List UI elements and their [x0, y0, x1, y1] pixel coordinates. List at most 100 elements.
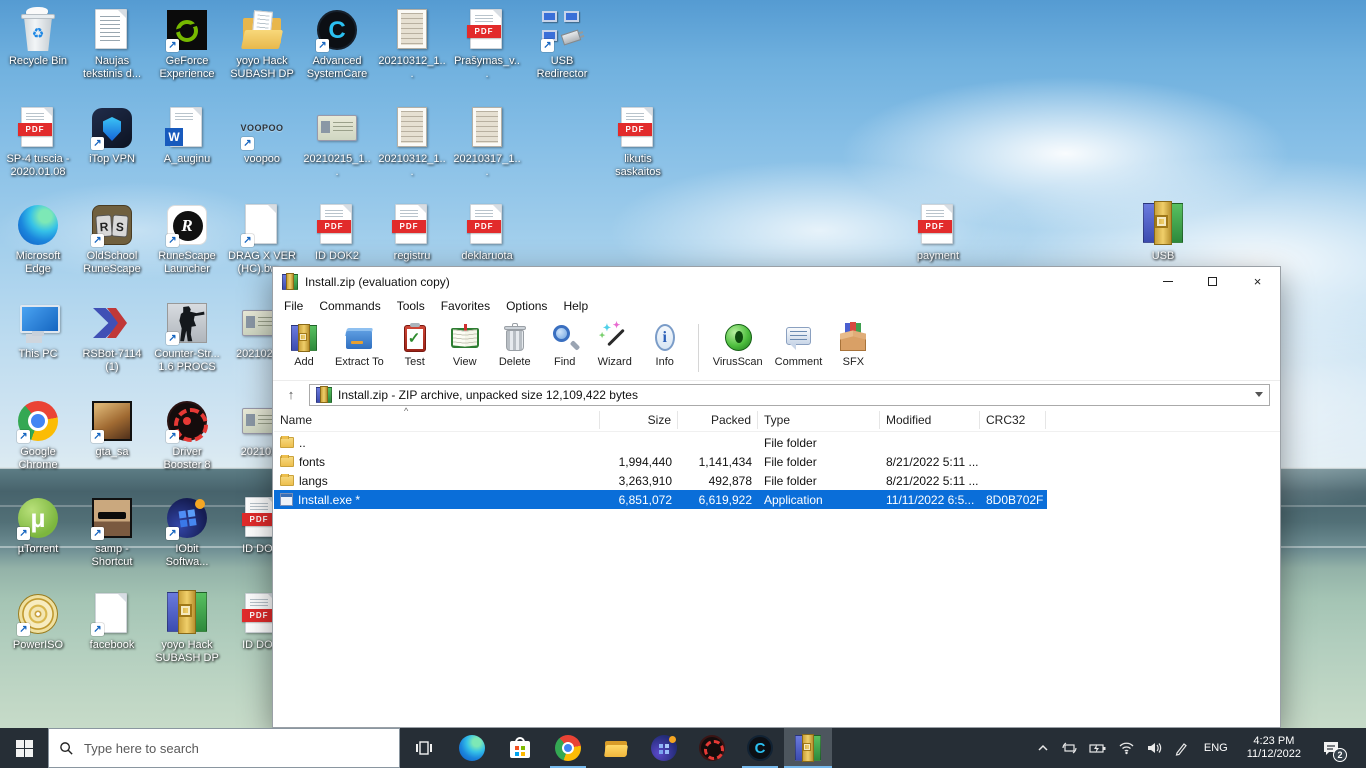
file-row-fonts[interactable]: fonts1,994,4401,141,434File folder8/21/2…: [274, 452, 1047, 471]
taskbar-app-iobit[interactable]: [640, 728, 688, 768]
find-button[interactable]: Find: [540, 320, 590, 378]
tray-pen[interactable]: [1172, 728, 1191, 768]
minimize-button[interactable]: [1145, 267, 1190, 296]
desktop-icon-label: 20210317_1...: [453, 153, 521, 179]
action-center-button[interactable]: 2: [1314, 728, 1349, 768]
menu-commands[interactable]: Commands: [311, 296, 388, 317]
tray-overflow-chevron[interactable]: [1034, 728, 1052, 768]
tray-battery[interactable]: [1087, 728, 1109, 768]
desktop-icon-rsbot-7114-1[interactable]: RSBot-7114 (1): [78, 301, 146, 374]
desktop-icon-facebook[interactable]: ↗facebook: [78, 592, 146, 652]
menu-help[interactable]: Help: [555, 296, 596, 317]
test-button[interactable]: ✓Test: [390, 320, 440, 378]
file-row-[interactable]: ..File folder: [274, 433, 1047, 452]
desktop-icon-a-auginu[interactable]: WA_auginu: [153, 106, 221, 166]
column-header-name[interactable]: Name: [274, 411, 600, 429]
desktop-icon-poweriso[interactable]: ↗PowerISO: [4, 592, 72, 652]
folder-with-documents-icon: [240, 8, 284, 52]
desktop-icon-label: RSBot-7114 (1): [78, 348, 146, 374]
column-header-crc32[interactable]: CRC32: [980, 411, 1046, 429]
taskbar-app-winrar[interactable]: [784, 728, 832, 768]
language-code: ENG: [1204, 742, 1228, 754]
desktop-icon-usb[interactable]: USB: [1129, 203, 1197, 263]
taskbar-clock[interactable]: 4:23 PM 11/12/2022: [1241, 728, 1307, 768]
desktop-icon-label: Prašymas_v...: [453, 55, 521, 81]
desktop-icon-registru[interactable]: PDFregistru: [378, 203, 446, 263]
desktop-icon-iobit-softwa[interactable]: ↗IObit Softwa...: [153, 496, 221, 569]
desktop-icon-geforce-experience[interactable]: ↗GeForce Experience: [153, 8, 221, 81]
desktop-icon-google-chrome[interactable]: ↗Google Chrome: [4, 399, 72, 472]
taskbar-search-box[interactable]: Type here to search: [48, 728, 400, 768]
close-button[interactable]: ×: [1235, 267, 1280, 296]
tray-volume[interactable]: [1144, 728, 1165, 768]
file-row-install-exe[interactable]: Install.exe *6,851,0726,619,922Applicati…: [274, 490, 1047, 509]
desktop-icon-this-pc[interactable]: This PC: [4, 301, 72, 361]
desktop-icon-id-dok2[interactable]: PDFID DOK2: [303, 203, 371, 263]
file-size: 6,851,072: [600, 493, 678, 507]
taskbar-app-driver-booster[interactable]: [688, 728, 736, 768]
desktop-icon-driver-booster-8[interactable]: ↗Driver Booster 8: [153, 399, 221, 472]
desktop-icon-pra-ymas-v[interactable]: PDFPrašymas_v...: [453, 8, 521, 81]
desktop-icon-likutis-saskaitos[interactable]: PDFlikutis saskaitos: [604, 106, 672, 179]
wizard-button[interactable]: ✦✦✦Wizard: [590, 320, 640, 378]
desktop-icon-20210312-1[interactable]: 20210312_1...: [378, 8, 446, 81]
desktop-icon-yoyo-hack-subash-dp[interactable]: yoyo Hack SUBASH DP: [153, 592, 221, 665]
column-header-packed[interactable]: Packed: [678, 411, 758, 429]
title-bar[interactable]: Install.zip (evaluation copy) ×: [273, 267, 1280, 296]
taskbar-app-explorer[interactable]: [592, 728, 640, 768]
desktop-icon-microsoft-edge[interactable]: Microsoft Edge: [4, 203, 72, 276]
desktop-icon-20210312-1[interactable]: 20210312_1...: [378, 106, 446, 179]
address-bar[interactable]: Install.zip - ZIP archive, unpacked size…: [309, 384, 1270, 406]
desktop-icon-itop-vpn[interactable]: ↗iTop VPN: [78, 106, 146, 166]
desktop-icon-advanced-systemcare[interactable]: ↗Advanced SystemCare: [303, 8, 371, 81]
search-placeholder: Type here to search: [84, 741, 199, 756]
desktop-icon-payment[interactable]: PDFpayment: [904, 203, 972, 263]
taskbar-app-asc[interactable]: [736, 728, 784, 768]
extract-to-button[interactable]: Extract To: [329, 320, 390, 378]
desktop-icon-samp-shortcut[interactable]: ↗samp - Shortcut: [78, 496, 146, 569]
taskbar-app-edge[interactable]: [448, 728, 496, 768]
comment-button[interactable]: Comment: [769, 320, 829, 378]
taskbar-app-store[interactable]: [496, 728, 544, 768]
desktop-icon-gta-sa[interactable]: ↗gta_sa: [78, 399, 146, 459]
desktop-icon-deklaruota[interactable]: PDFdeklaruota: [453, 203, 521, 263]
address-text: Install.zip - ZIP archive, unpacked size…: [338, 388, 1251, 402]
info-button[interactable]: iInfo: [640, 320, 690, 378]
sfx-button[interactable]: SFX: [828, 320, 878, 378]
delete-button[interactable]: Delete: [490, 320, 540, 378]
desktop-icon-torrent[interactable]: ↗µTorrent: [4, 496, 72, 556]
menu-options[interactable]: Options: [498, 296, 555, 317]
task-view-button[interactable]: [400, 728, 448, 768]
column-header-type[interactable]: Type: [758, 411, 880, 429]
desktop-icon-20210317-1[interactable]: 20210317_1...: [453, 106, 521, 179]
menu-file[interactable]: File: [276, 296, 311, 317]
add-button[interactable]: Add: [279, 320, 329, 378]
view-button[interactable]: View: [440, 320, 490, 378]
dropdown-arrow-icon[interactable]: [1255, 392, 1263, 397]
column-header-modified[interactable]: Modified: [880, 411, 980, 429]
language-indicator[interactable]: ENG: [1198, 728, 1234, 768]
toolbar-button-label: Add: [294, 356, 314, 368]
desktop-icon-voopoo[interactable]: VOOPOO↗voopoo: [228, 106, 296, 166]
menu-tools[interactable]: Tools: [389, 296, 433, 317]
desktop-icon-20210215-1[interactable]: 20210215_1...: [303, 106, 371, 179]
desktop-icon-oldschool-runescape[interactable]: RS↗OldSchool RuneScape: [78, 203, 146, 276]
desktop-icon-runescape-launcher[interactable]: ↗RuneScape Launcher: [153, 203, 221, 276]
tray-remote-viewer[interactable]: [1059, 728, 1080, 768]
desktop-icon-counter-str-1-6-procs[interactable]: ↗Counter-Str... 1.6 PROCS: [153, 301, 221, 374]
maximize-button[interactable]: [1190, 267, 1235, 296]
file-row-langs[interactable]: langs3,263,910492,878File folder8/21/202…: [274, 471, 1047, 490]
start-button[interactable]: [0, 728, 48, 768]
virusscan-button[interactable]: VirusScan: [707, 320, 769, 378]
column-header-size[interactable]: Size: [600, 411, 678, 429]
desktop-icon-yoyo-hack-subash-dp[interactable]: yoyo Hack SUBASH DP: [228, 8, 296, 81]
tray-network[interactable]: [1116, 728, 1137, 768]
desktop-icon-usb-redirector[interactable]: ↗USB Redirector: [528, 8, 596, 81]
clock-time: 4:23 PM: [1247, 735, 1301, 748]
up-one-level-button[interactable]: ↑: [279, 384, 303, 406]
desktop-icon-sp-4-tuscia-2020-01-08[interactable]: PDFSP-4 tuscia - 2020.01.08: [4, 106, 72, 179]
desktop-icon-recycle-bin[interactable]: Recycle Bin: [4, 8, 72, 68]
taskbar-app-chrome[interactable]: [544, 728, 592, 768]
desktop-icon-naujas-tekstinis-d[interactable]: Naujas tekstinis d...: [78, 8, 146, 81]
menu-favorites[interactable]: Favorites: [433, 296, 498, 317]
